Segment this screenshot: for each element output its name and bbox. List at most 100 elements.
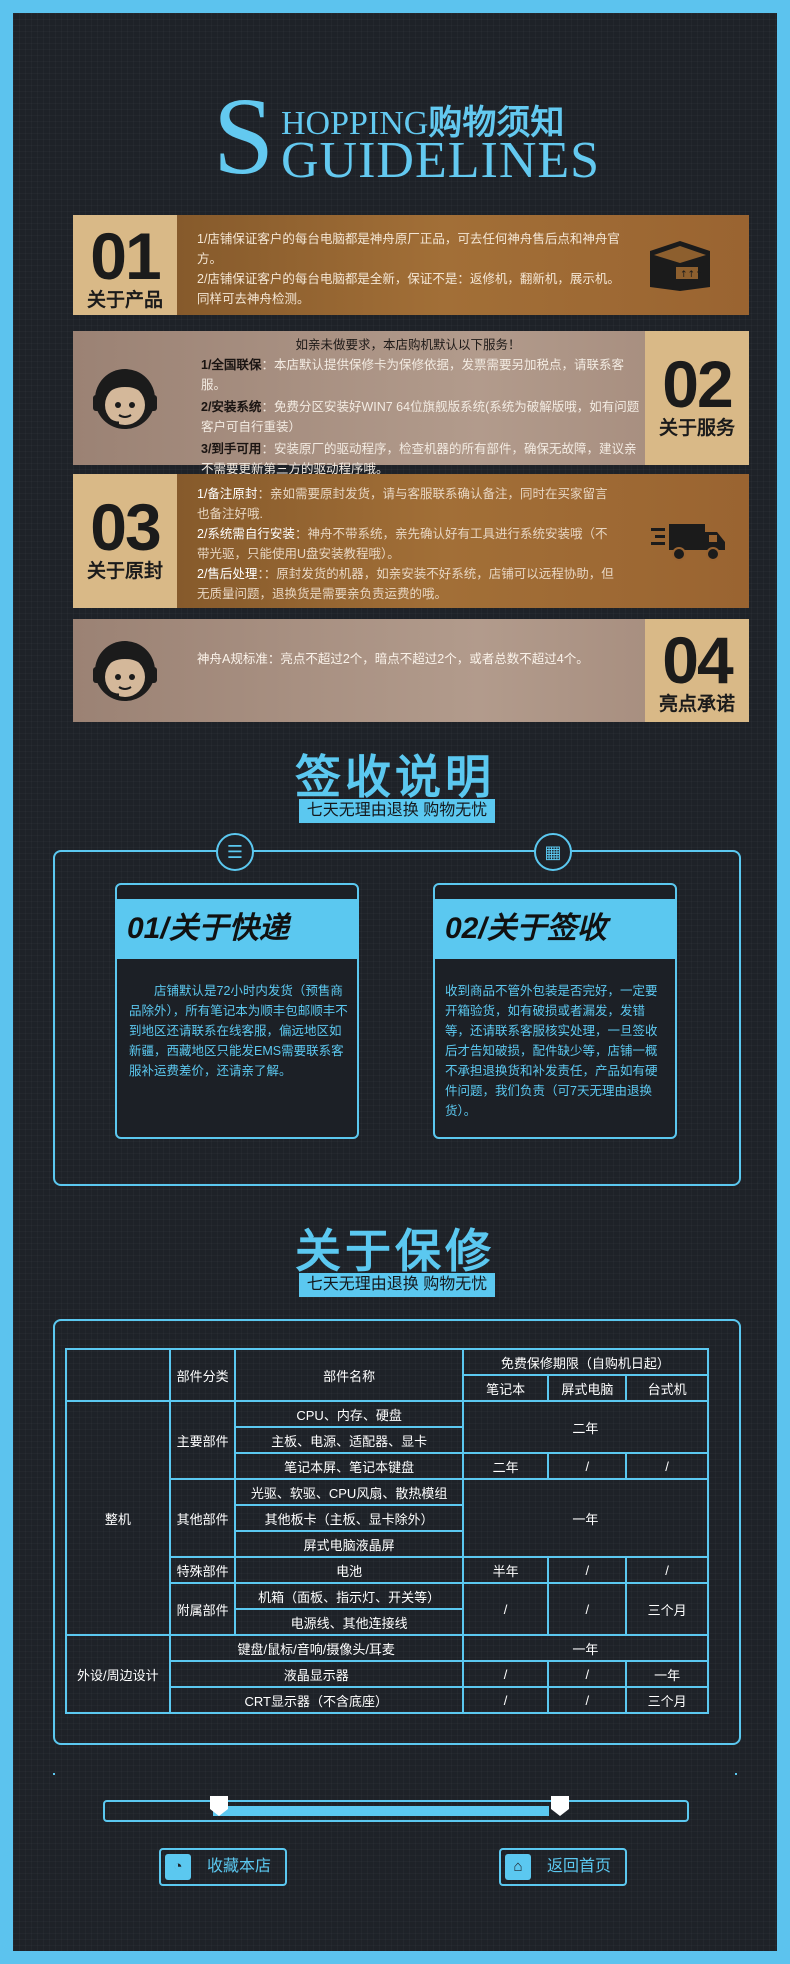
table-cell: /	[547, 1582, 628, 1636]
table-header-period: 免费保修期限（自购机日起）	[461, 1348, 710, 1376]
card-signing: 02/关于签收 收到商品不管外包装是否完好，一定要开箱验货，如有破损或者漏发，发…	[433, 883, 677, 1139]
warranty-subtitle: 七天无理由退换 购物无忧	[299, 1273, 495, 1297]
divider-dot	[53, 1773, 55, 1775]
section-number: 03	[90, 490, 161, 564]
table-header-category: 部件分类	[168, 1348, 237, 1402]
section-product-text: 1/店铺保证客户的每台电脑都是神舟原厂正品，可去任何神舟售后点和神舟官方。 2/…	[197, 229, 627, 309]
section-label: 关于产品	[86, 290, 163, 311]
section-pixel: 神舟A规标准：亮点不超过2个，暗点不超过2个，或者总数不超过4个。 04 亮点承…	[73, 619, 749, 722]
film-icon: ▦	[534, 833, 572, 871]
table-cell: /	[547, 1452, 628, 1480]
section-pixel-text: 神舟A规标准：亮点不超过2个，暗点不超过2个，或者总数不超过4个。	[197, 652, 589, 666]
card-express-title: 01/关于快递	[117, 899, 357, 959]
section-pixel-badge: 04 亮点承诺	[645, 619, 749, 722]
cat-attach: 附属部件	[168, 1582, 237, 1636]
section-product: 01 关于产品 1/店铺保证客户的每台电脑都是神舟原厂正品，可去任何神舟售后点和…	[73, 215, 749, 315]
table-cell: 一年	[461, 1634, 710, 1662]
card-express-body: 店铺默认是72小时内发货（预售商品除外），所有笔记本为顺丰包邮顺丰不到地区还请联…	[129, 984, 348, 1078]
sealed-item: 2/售后处理：：原封发货的机器，如亲安装不好系统，店铺可以远程协助，但无质量问题…	[197, 567, 614, 601]
section-label: 关于服务	[658, 418, 735, 439]
receipt-title: 签收说明	[295, 751, 495, 803]
section-service-text: 如亲未做要求，本店购机默认以下服务！ 1/全国联保：本店默认提供保修卡为保修依据…	[173, 335, 643, 479]
service-item: 3/到手可用：安装原厂的驱动程序，检查机器的所有部件，确保无故障，建议亲不需要更…	[201, 442, 637, 476]
rss-icon: ◔	[165, 1854, 191, 1880]
group-whole: 整机	[65, 1400, 171, 1636]
header-big-letter: S	[213, 75, 275, 197]
table-cell: 机箱（面板、指示灯、开关等）	[234, 1582, 464, 1610]
table-header-name: 部件名称	[234, 1348, 464, 1402]
warranty-title: 关于保修	[295, 1225, 495, 1277]
table-row: 整机 主要部件 CPU、内存、硬盘 二年	[65, 1400, 710, 1636]
home-label: 返回首页	[547, 1858, 612, 1875]
table-cell: 三个月	[625, 1582, 709, 1636]
table-cell: 电池	[234, 1556, 464, 1584]
table-cell	[65, 1348, 171, 1402]
table-cell: /	[461, 1660, 550, 1688]
table-cell: 一年	[461, 1478, 710, 1558]
section-number: 02	[662, 347, 733, 421]
svg-text:↑↑↑: ↑↑↑	[680, 270, 703, 280]
table-cell: 二年	[461, 1452, 550, 1480]
cat-main: 主要部件	[168, 1400, 237, 1480]
service-item: 1/全国联保：本店默认提供保修卡为保修依据，发票需要另加税点，请联系客服。	[201, 358, 624, 392]
text-line: 2/店铺保证客户的每台电脑都是全新，保证不是：返修机，翻新机，展示机。同样可去神…	[197, 272, 620, 306]
header-bottom-word: GUIDELINES	[281, 132, 601, 189]
table-cell: 屏式电脑液晶屏	[234, 1530, 464, 1558]
favorite-label: 收藏本店	[207, 1858, 272, 1875]
card-express: 01/关于快递 店铺默认是72小时内发货（预售商品除外），所有笔记本为顺丰包邮顺…	[115, 883, 359, 1139]
section-service-badge: 02 关于服务	[645, 331, 749, 465]
section-sealed: 03 关于原封 1/备注原封：亲如需要原封发货，请与客服联系确认备注，同时在买家…	[73, 474, 749, 608]
table-header-desktop: 台式机	[625, 1374, 709, 1402]
receipt-subtitle: 七天无理由退换 购物无忧	[299, 799, 495, 823]
table-cell: 一年	[625, 1660, 709, 1688]
table-header-notebook: 笔记本	[461, 1374, 550, 1402]
table-cell: /	[461, 1582, 550, 1636]
table-cell: /	[625, 1452, 709, 1480]
page-frame: S HOPPING购物须知 GUIDELINES 01 关于产品 1/店铺保证客…	[13, 13, 777, 1951]
table-cell: 电源线、其他连接线	[234, 1608, 464, 1636]
section-service: 如亲未做要求，本店购机默认以下服务！ 1/全国联保：本店默认提供保修卡为保修依据…	[73, 331, 749, 476]
table-cell: 二年	[461, 1400, 710, 1454]
section-label: 关于原封	[86, 561, 163, 582]
table-cell: /	[547, 1660, 628, 1688]
section-number: 01	[90, 219, 161, 293]
table-header-row: 部件分类 部件名称 免费保修期限（自购机日起）	[65, 1348, 710, 1402]
customer-service-icon	[93, 641, 157, 701]
section-sealed-badge: 03 关于原封	[73, 474, 177, 608]
group-peripheral: 外设/周边设计	[65, 1634, 171, 1714]
customer-service-icon	[93, 369, 157, 429]
table-cell: 笔记本屏、笔记本键盘	[234, 1452, 464, 1480]
table-cell: 液晶显示器	[168, 1660, 464, 1688]
card-signing-title: 02/关于签收	[435, 899, 675, 959]
service-item: 2/安装系统：免费分区安装好WIN7 64位旗舰版系统(系统为破解版哦，如有问题…	[201, 400, 640, 434]
section-sealed-text: 1/备注原封：亲如需要原封发货，请与客服联系确认备注，同时在买家留言也备注好哦.…	[197, 484, 617, 604]
card-signing-body: 收到商品不管外包装是否完好，一定要开箱验货，如有破损或者漏发，发错等，还请联系客…	[445, 984, 658, 1118]
favorite-button[interactable]: ◔ 收藏本店	[159, 1848, 287, 1886]
home-button[interactable]: ⌂ 返回首页	[499, 1848, 627, 1886]
table-row: 外设/周边设计 键盘/鼠标/音响/摄像头/耳麦 一年	[65, 1634, 710, 1714]
divider-dot	[735, 1773, 737, 1775]
slider-fill	[213, 1806, 549, 1816]
table-cell: /	[547, 1556, 628, 1584]
package-box-icon: ↑↑↑	[650, 241, 710, 291]
service-intro: 如亲未做要求，本店购机默认以下服务！	[295, 338, 521, 352]
warranty-table: 部件分类 部件名称 免费保修期限（自购机日起） 笔记本 屏式电脑 台式机 整机 …	[65, 1348, 710, 1714]
table-cell: 其他板卡（主板、显卡除外）	[234, 1504, 464, 1532]
table-cell: 键盘/鼠标/音响/摄像头/耳麦	[168, 1634, 464, 1662]
section-product-badge: 01 关于产品	[73, 215, 177, 315]
table-cell: /	[547, 1686, 628, 1714]
table-cell: 主板、电源、适配器、显卡	[234, 1426, 464, 1454]
home-icon: ⌂	[505, 1854, 531, 1880]
scroll-slider[interactable]	[103, 1800, 689, 1822]
table-cell: 半年	[461, 1556, 550, 1584]
table-cell: /	[625, 1556, 709, 1584]
cat-special: 特殊部件	[168, 1556, 237, 1584]
text-line: 1/店铺保证客户的每台电脑都是神舟原厂正品，可去任何神舟售后点和神舟官方。	[197, 232, 620, 266]
table-cell: CPU、内存、硬盘	[234, 1400, 464, 1428]
section-label: 亮点承诺	[658, 694, 735, 715]
table-cell: CRT显示器（不含底座）	[168, 1686, 464, 1714]
section-number: 04	[662, 623, 733, 697]
cat-other: 其他部件	[168, 1478, 237, 1558]
sealed-item: 1/备注原封：亲如需要原封发货，请与客服联系确认备注，同时在买家留言也备注好哦.	[197, 487, 608, 521]
table-cell: 三个月	[625, 1686, 709, 1714]
